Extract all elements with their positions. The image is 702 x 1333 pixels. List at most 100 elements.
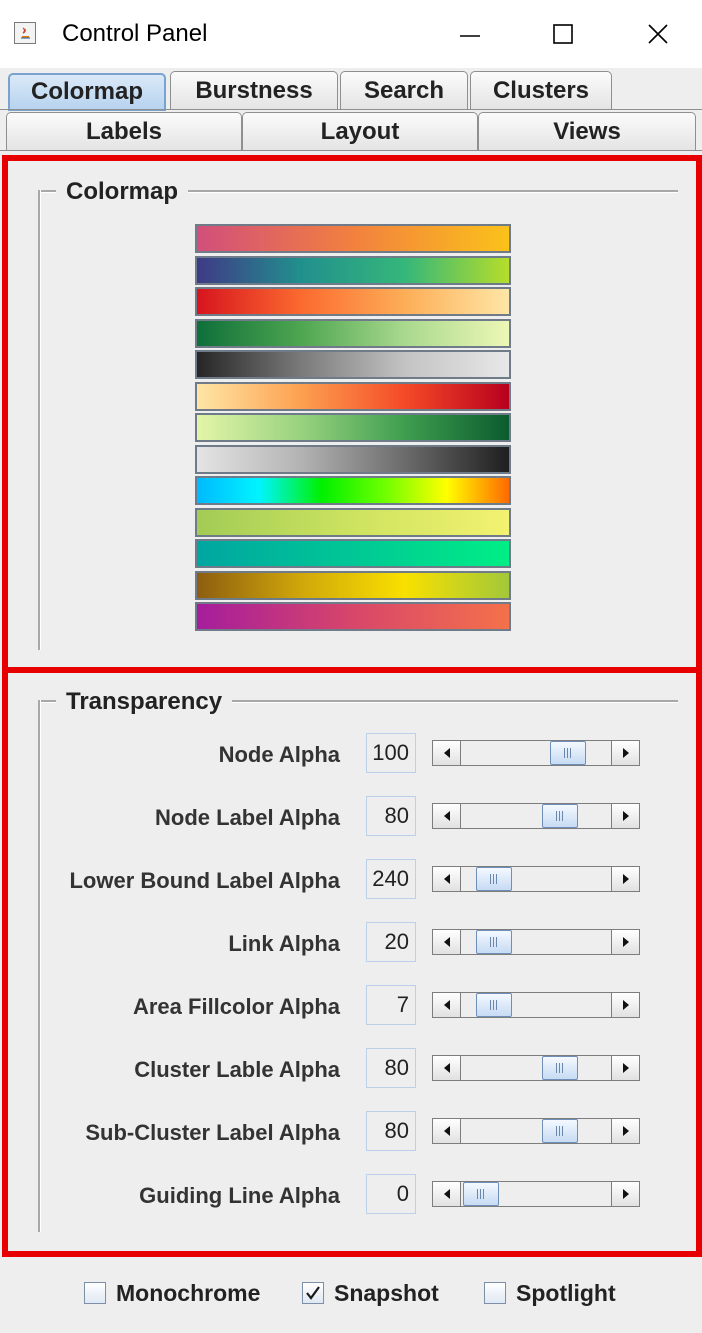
title-bar[interactable]: Control Panel — [0, 0, 702, 68]
alpha-value-field[interactable]: 20 — [366, 922, 416, 962]
alpha-value-field[interactable]: 80 — [366, 1111, 416, 1151]
scroll-left-button[interactable] — [433, 804, 461, 828]
scroll-left-button[interactable] — [433, 930, 461, 954]
scroll-right-button[interactable] — [611, 1119, 639, 1143]
tab-views[interactable]: Views — [478, 112, 696, 150]
monochrome-checkbox[interactable]: Monochrome — [84, 1278, 260, 1308]
checkbox-box[interactable] — [84, 1282, 106, 1304]
colormap-swatch-lightgreen-green[interactable] — [195, 413, 511, 442]
scroll-right-button[interactable] — [611, 741, 639, 765]
grip-icon — [489, 1000, 499, 1010]
window-title: Control Panel — [62, 20, 208, 47]
colormap-swatch-purple-orange[interactable] — [195, 602, 511, 631]
scroll-left-button[interactable] — [433, 993, 461, 1017]
alpha-value-field[interactable]: 80 — [366, 1048, 416, 1088]
alpha-value-field[interactable]: 0 — [366, 1174, 416, 1214]
colormap-swatch-yellow-red[interactable] — [195, 382, 511, 411]
scroll-right-button[interactable] — [611, 993, 639, 1017]
scroll-track[interactable] — [461, 1056, 611, 1080]
colormap-swatch-pink-orange-yellow[interactable] — [195, 224, 511, 253]
scroll-track[interactable] — [461, 741, 611, 765]
arrow-right-icon — [622, 748, 629, 758]
grip-icon — [555, 1126, 565, 1136]
colormap-swatch-viridis[interactable] — [195, 256, 511, 285]
scroll-track[interactable] — [461, 1119, 611, 1143]
scroll-right-button[interactable] — [611, 930, 639, 954]
scroll-thumb[interactable] — [476, 993, 512, 1017]
grip-icon — [563, 748, 573, 758]
arrow-left-icon — [443, 1189, 450, 1199]
minimize-button[interactable] — [440, 8, 500, 60]
scroll-thumb[interactable] — [476, 930, 512, 954]
scroll-left-button[interactable] — [433, 867, 461, 891]
alpha-scrollbar[interactable] — [432, 929, 640, 955]
tab-layout[interactable]: Layout — [242, 112, 478, 150]
scroll-thumb[interactable] — [542, 1056, 578, 1080]
spotlight-checkbox[interactable]: Spotlight — [484, 1278, 616, 1308]
tab-colormap[interactable]: Colormap — [8, 73, 166, 111]
colormap-swatch-black-gray[interactable] — [195, 350, 511, 379]
scroll-track[interactable] — [461, 804, 611, 828]
scroll-left-button[interactable] — [433, 1056, 461, 1080]
arrow-right-icon — [622, 1126, 629, 1136]
colormap-swatch-olive-yellow[interactable] — [195, 508, 511, 537]
arrow-right-icon — [622, 1063, 629, 1073]
colormap-swatch-red-yellow[interactable] — [195, 287, 511, 316]
colormap-swatch-brown-yellow-green[interactable] — [195, 571, 511, 600]
tab-search[interactable]: Search — [340, 71, 468, 109]
arrow-right-icon — [622, 811, 629, 821]
alpha-scrollbar[interactable] — [432, 1118, 640, 1144]
scroll-track[interactable] — [461, 1182, 611, 1206]
arrow-right-icon — [622, 874, 629, 884]
alpha-scrollbar[interactable] — [432, 992, 640, 1018]
close-button[interactable] — [628, 8, 688, 60]
scroll-thumb[interactable] — [550, 741, 586, 765]
scroll-thumb[interactable] — [463, 1182, 499, 1206]
alpha-value-field[interactable]: 7 — [366, 985, 416, 1025]
scroll-thumb[interactable] — [542, 804, 578, 828]
arrow-left-icon — [443, 1000, 450, 1010]
colormap-swatch-green-lightgreen[interactable] — [195, 319, 511, 348]
alpha-scrollbar[interactable] — [432, 740, 640, 766]
colormap-swatch-gray-black[interactable] — [195, 445, 511, 474]
alpha-value-field[interactable]: 240 — [366, 859, 416, 899]
snapshot-checkbox[interactable]: Snapshot — [302, 1278, 439, 1308]
tab-burstness[interactable]: Burstness — [170, 71, 338, 109]
checkbox-box[interactable] — [484, 1282, 506, 1304]
arrow-left-icon — [443, 874, 450, 884]
alpha-scrollbar[interactable] — [432, 1055, 640, 1081]
snapshot-label: Snapshot — [334, 1279, 439, 1306]
scroll-left-button[interactable] — [433, 1119, 461, 1143]
colormap-swatch-teal-green[interactable] — [195, 539, 511, 568]
scroll-right-button[interactable] — [611, 1056, 639, 1080]
slider-label: Guiding Line Alpha — [139, 1183, 340, 1208]
scroll-right-button[interactable] — [611, 867, 639, 891]
colormap-swatch-cyan-green-yellow-orange[interactable] — [195, 476, 511, 505]
scroll-left-button[interactable] — [433, 741, 461, 765]
checkbox-box[interactable] — [302, 1282, 324, 1304]
tab-label: Clusters — [492, 76, 590, 104]
arrow-right-icon — [622, 1000, 629, 1010]
grip-icon — [476, 1189, 486, 1199]
alpha-scrollbar[interactable] — [432, 803, 640, 829]
scroll-thumb[interactable] — [476, 867, 512, 891]
maximize-button[interactable] — [533, 8, 593, 60]
grip-icon — [555, 1063, 565, 1073]
tab-labels[interactable]: Labels — [6, 112, 242, 150]
scroll-track[interactable] — [461, 867, 611, 891]
scroll-right-button[interactable] — [611, 1182, 639, 1206]
slider-label: Sub-Cluster Label Alpha — [85, 1120, 340, 1145]
scroll-track[interactable] — [461, 930, 611, 954]
scroll-thumb[interactable] — [542, 1119, 578, 1143]
slider-label: Node Label Alpha — [155, 805, 340, 830]
alpha-scrollbar[interactable] — [432, 866, 640, 892]
scroll-right-button[interactable] — [611, 804, 639, 828]
alpha-value-field[interactable]: 80 — [366, 796, 416, 836]
alpha-value-field[interactable]: 100 — [366, 733, 416, 773]
tab-label: Search — [363, 76, 445, 104]
alpha-scrollbar[interactable] — [432, 1181, 640, 1207]
scroll-track[interactable] — [461, 993, 611, 1017]
tab-clusters[interactable]: Clusters — [470, 71, 612, 109]
arrow-right-icon — [622, 1189, 629, 1199]
scroll-left-button[interactable] — [433, 1182, 461, 1206]
